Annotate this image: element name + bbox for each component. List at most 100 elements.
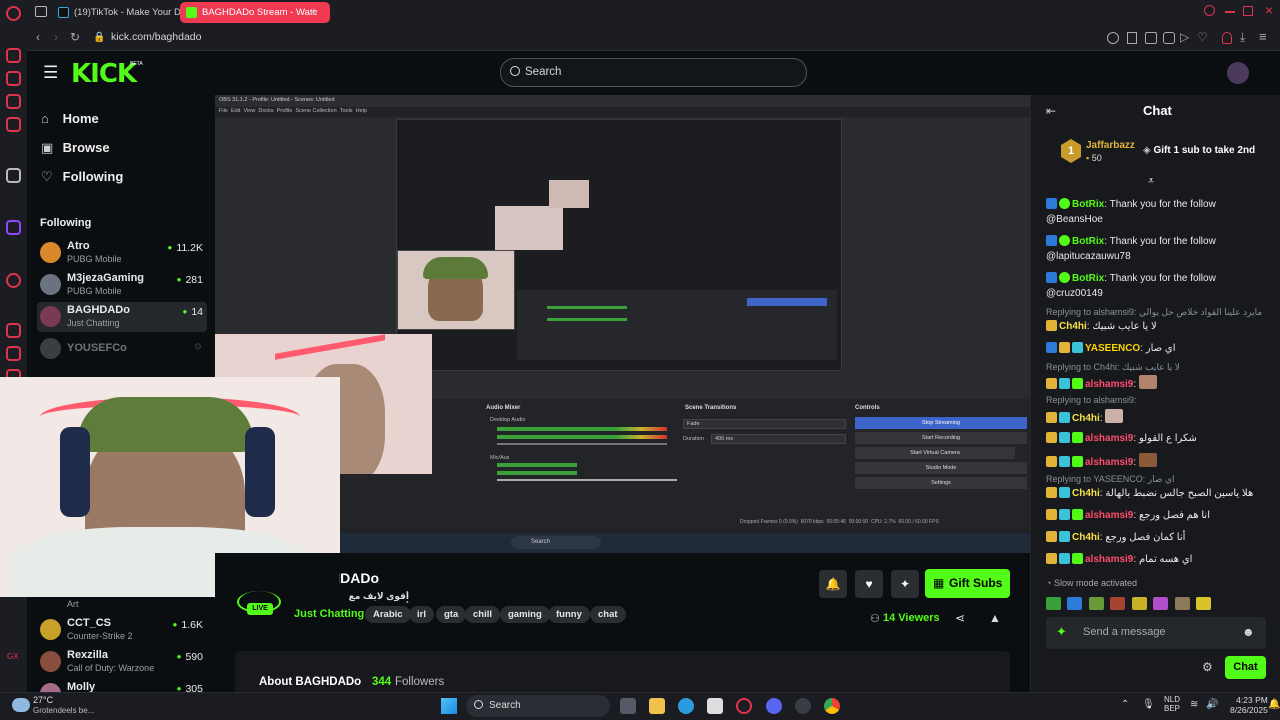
tabs-menu-icon[interactable] [35, 6, 47, 17]
chat-expand-icon[interactable]: ⩡ [1148, 175, 1154, 188]
share-icon[interactable]: ⋖ [955, 611, 965, 625]
emote[interactable] [1046, 597, 1061, 610]
following-item-baghdado[interactable]: BAGHDADo Just Chatting 14 [37, 302, 207, 332]
obs-studio-mode[interactable]: Studio Mode [855, 462, 1027, 474]
obs-start-recording[interactable]: Start Recording [855, 432, 1027, 444]
emote[interactable] [1067, 597, 1083, 610]
play-icon[interactable]: ▷ [1180, 30, 1189, 44]
snapshot-icon[interactable] [1145, 32, 1157, 44]
chat-settings-icon[interactable]: ⚙ [1202, 660, 1213, 674]
tag-chat[interactable]: chat [590, 606, 626, 623]
user-avatar[interactable] [1227, 62, 1249, 84]
notification-button[interactable]: 🔔 [819, 570, 847, 598]
gift-subs-button[interactable]: ▦ Gift Subs [925, 569, 1010, 598]
chrome-icon[interactable] [824, 698, 840, 714]
tag-gta[interactable]: gta [436, 606, 467, 623]
twitch-icon[interactable] [6, 220, 21, 235]
notifications-icon[interactable]: 🔔 [1268, 699, 1280, 710]
zoom-icon[interactable] [1107, 32, 1119, 44]
report-icon[interactable]: ▲ [989, 611, 1001, 625]
mic-slider[interactable] [497, 479, 677, 481]
new-tab-icon[interactable]: + [310, 4, 318, 19]
reload-icon[interactable]: ↻ [70, 30, 80, 44]
heart-outline-icon[interactable]: ♡ [1197, 30, 1208, 44]
taskbar-search[interactable]: Search [466, 695, 610, 717]
chat-input[interactable]: ✦ Send a message ☻ [1046, 617, 1266, 649]
aria-icon[interactable] [6, 48, 21, 63]
obs-settings[interactable]: Settings [855, 477, 1027, 489]
gifter-name[interactable]: Jaffarbazz [1086, 140, 1135, 151]
emote[interactable] [1110, 597, 1126, 610]
collapse-chat-icon[interactable]: ⇤ [1046, 104, 1056, 118]
task-view-icon[interactable] [620, 698, 636, 714]
settings-icon[interactable] [6, 346, 21, 361]
emote[interactable] [1088, 597, 1104, 610]
tag-irl[interactable]: irl [409, 606, 434, 623]
tab-baghdado[interactable]: BAGHDADo Stream - Watc [180, 2, 330, 23]
adblock-icon[interactable] [1163, 32, 1175, 44]
following-item-molly[interactable]: Molly 305 [37, 679, 207, 692]
back-icon[interactable]: ‹ [36, 30, 40, 44]
store-icon[interactable] [707, 698, 723, 714]
category-link[interactable]: Just Chatting [294, 608, 364, 620]
nav-home[interactable]: ⌂ Home [41, 111, 99, 126]
weather-desc[interactable]: Grotendeels be... [33, 706, 94, 715]
wallet-icon[interactable] [6, 71, 21, 86]
clock-icon[interactable] [6, 273, 21, 288]
obs-stop-streaming[interactable]: Stop Streaming [855, 417, 1027, 429]
opera-logo-icon[interactable] [6, 6, 21, 21]
search-input[interactable]: Search [500, 58, 807, 87]
download-icon[interactable]: ⤓ [1240, 30, 1245, 45]
forward-icon[interactable]: › [54, 30, 58, 44]
kick-logo[interactable]: KICK [71, 59, 137, 89]
wifi-icon[interactable]: ≋ [1190, 699, 1198, 710]
history-icon[interactable] [6, 323, 21, 338]
nav-browse[interactable]: ▣ Browse [41, 140, 110, 156]
url-field[interactable]: kick.com/baghdado [111, 31, 201, 43]
tag-gaming[interactable]: gaming [500, 606, 550, 623]
player-icon[interactable] [6, 94, 21, 109]
maximize-icon[interactable] [1243, 6, 1253, 16]
opera-gx-icon[interactable] [736, 698, 752, 714]
gx-icon[interactable]: GX [7, 652, 19, 661]
volume-icon[interactable]: 🔊 [1206, 699, 1218, 710]
following-item-atro[interactable]: Atro PUBG Mobile 11.2K [37, 238, 207, 268]
follow-button[interactable]: ♥ [855, 570, 883, 598]
emote[interactable] [1196, 597, 1212, 610]
profile-icon[interactable] [1222, 32, 1232, 44]
edge-icon[interactable] [678, 698, 694, 714]
emote[interactable] [1131, 597, 1147, 610]
tray-expand-icon[interactable]: ⌃ [1121, 699, 1129, 710]
file-explorer-icon[interactable] [649, 698, 665, 714]
kick-icon[interactable] [6, 168, 21, 183]
following-item-rexzilla[interactable]: Rexzilla Call of Duty: Warzone 590 [37, 647, 207, 677]
menu-icon[interactable]: ≡ [1259, 29, 1267, 44]
app-icon[interactable] [795, 698, 811, 714]
pin-icon[interactable] [1127, 32, 1137, 44]
windows-start-icon[interactable] [441, 698, 457, 714]
language-indicator[interactable]: NLD BEP [1164, 695, 1180, 713]
chat-send-button[interactable]: Chat [1225, 656, 1266, 679]
tag-funny[interactable]: funny [548, 606, 590, 623]
search-tabs-icon[interactable] [1204, 5, 1215, 16]
following-item-yousefco[interactable]: YOUSEFCo ⦸ [37, 334, 207, 364]
nav-following[interactable]: ♡ Following [41, 169, 123, 185]
discord-icon[interactable] [766, 698, 782, 714]
mic-icon[interactable]: 🎙 [1142, 699, 1155, 710]
email-icon[interactable] [6, 117, 21, 132]
following-item-cct-cs[interactable]: CCT_CS Counter-Strike 2 1.6K [37, 615, 207, 645]
hamburger-icon[interactable]: ☰ [43, 63, 58, 83]
clock[interactable]: 4:23 PM 8/26/2025 [1230, 695, 1268, 715]
minimize-icon[interactable] [1225, 11, 1235, 13]
close-icon[interactable]: × [1265, 2, 1273, 18]
gift-cta[interactable]: ◈ Gift 1 sub to take 2nd [1143, 145, 1255, 156]
tag-chill[interactable]: chill [465, 606, 501, 623]
sparkle-icon[interactable]: ✦ [1056, 624, 1067, 640]
weather-temp[interactable]: 27°C [33, 695, 53, 705]
boost-button[interactable]: ✦ [891, 570, 919, 598]
emote[interactable] [1153, 597, 1169, 610]
emoji-icon[interactable]: ☻ [1242, 625, 1255, 639]
tag-arabic[interactable]: Arabic [365, 606, 411, 623]
following-item-m3jeza[interactable]: M3jezaGaming PUBG Mobile 281 [37, 270, 207, 300]
emote[interactable] [1174, 597, 1190, 610]
